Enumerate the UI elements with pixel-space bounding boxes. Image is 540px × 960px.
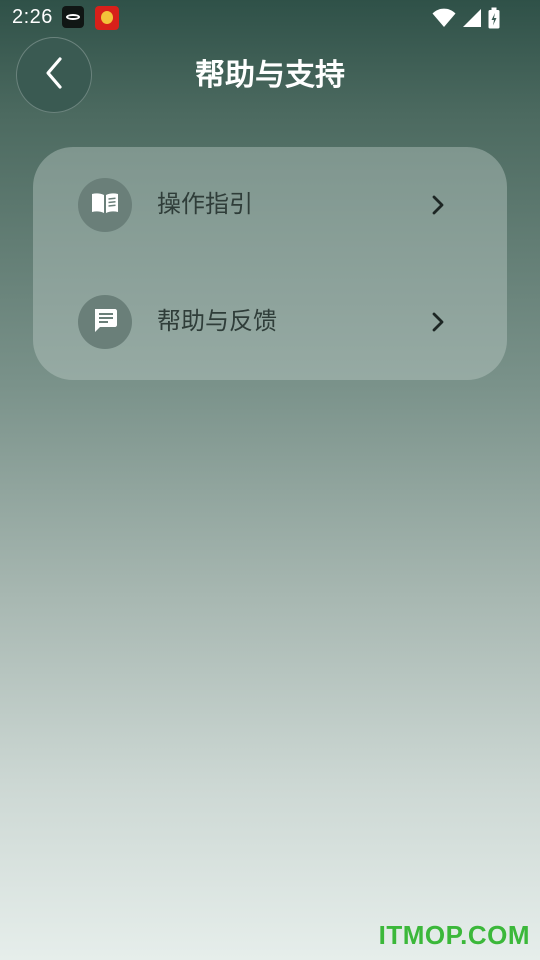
chevron-right-icon bbox=[429, 310, 447, 334]
help-menu-card: 操作指引 帮助与反馈 bbox=[33, 147, 507, 380]
red-envelope-icon bbox=[95, 6, 119, 30]
menu-item-operation-guide[interactable]: 操作指引 bbox=[33, 160, 507, 250]
menu-item-label: 帮助与反馈 bbox=[157, 307, 277, 335]
menu-item-help-feedback[interactable]: 帮助与反馈 bbox=[33, 277, 507, 367]
app-notification-icon bbox=[62, 6, 84, 28]
book-icon bbox=[90, 191, 120, 219]
wifi-icon bbox=[432, 8, 456, 28]
watermark: ITMOP.COM bbox=[378, 920, 530, 950]
menu-item-label: 操作指引 bbox=[157, 190, 253, 218]
status-bar: 2:26 bbox=[0, 0, 540, 36]
menu-item-icon-container bbox=[78, 295, 132, 349]
message-icon bbox=[92, 307, 118, 337]
menu-item-icon-container bbox=[78, 178, 132, 232]
cell-signal-icon bbox=[462, 8, 482, 28]
battery-icon bbox=[488, 7, 500, 29]
page-title: 帮助与支持 bbox=[195, 58, 345, 93]
status-time: 2:26 bbox=[12, 6, 53, 28]
system-status-icons bbox=[432, 6, 500, 30]
chevron-right-icon bbox=[429, 193, 447, 217]
